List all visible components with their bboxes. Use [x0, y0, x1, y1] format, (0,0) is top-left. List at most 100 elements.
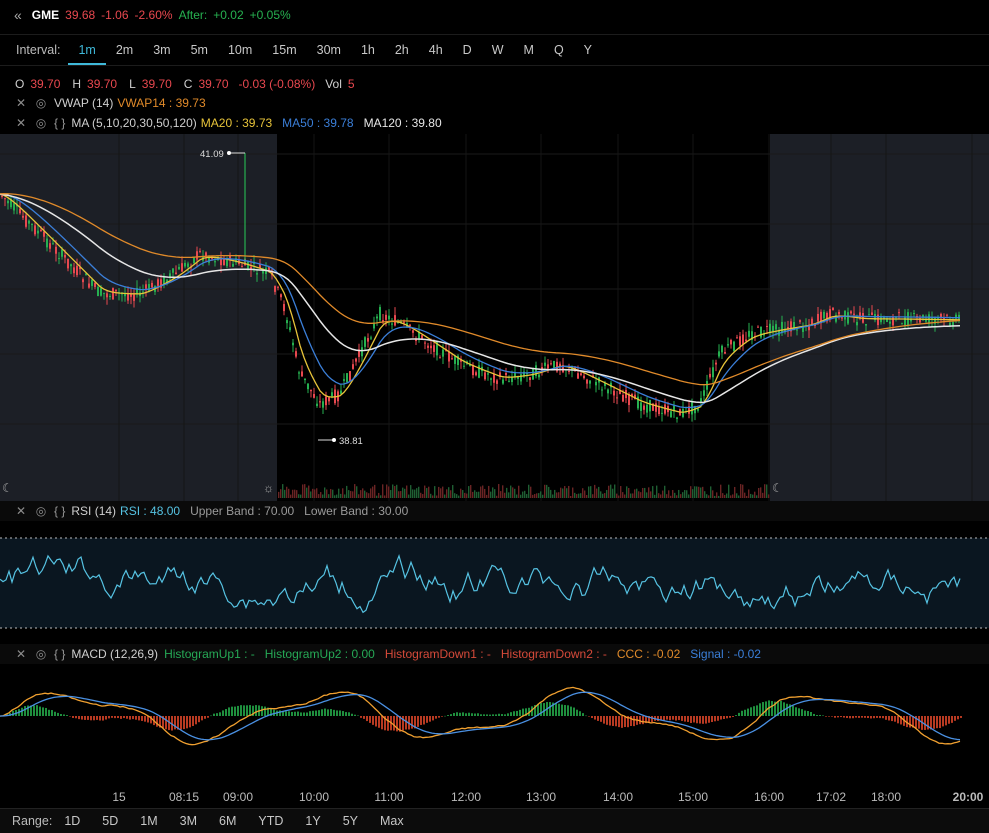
interval-option-y[interactable]: Y — [574, 35, 602, 65]
histogram-bar — [387, 716, 389, 731]
candle-body — [586, 379, 588, 384]
volume-bar — [576, 494, 578, 498]
candle-body — [112, 288, 114, 300]
low-price-label: 38.81 — [339, 436, 363, 447]
candle-body — [403, 321, 405, 323]
histogram-bar — [909, 716, 911, 728]
rsi-legend: ✕ ◎ { } RSI (14) RSI : 48.00 Upper Band … — [0, 501, 989, 521]
range-option-5d[interactable]: 5D — [102, 814, 118, 828]
range-option-1m[interactable]: 1M — [140, 814, 157, 828]
volume-bar — [408, 494, 410, 498]
volume-bar — [600, 491, 602, 498]
volume-bar — [638, 491, 640, 498]
interval-option-q[interactable]: Q — [544, 35, 574, 65]
interval-option-3m[interactable]: 3m — [143, 35, 180, 65]
eye-icon[interactable]: ◎ — [34, 504, 48, 518]
range-option-max[interactable]: Max — [380, 814, 404, 828]
histogram-bar — [741, 710, 743, 716]
candle-body — [349, 371, 351, 381]
volume-bar — [682, 492, 684, 498]
candle-body — [454, 355, 456, 364]
range-option-1d[interactable]: 1D — [64, 814, 80, 828]
histogram-bar — [141, 716, 143, 721]
settings-braces-icon[interactable]: { } — [54, 504, 65, 518]
time-tick: 15:00 — [677, 790, 709, 804]
range-option-5y[interactable]: 5Y — [343, 814, 358, 828]
macd-chart[interactable] — [0, 664, 989, 784]
interval-option-1m[interactable]: 1m — [68, 35, 106, 65]
candle-body — [640, 402, 642, 411]
candle-body — [52, 243, 54, 245]
settings-braces-icon[interactable]: { } — [54, 116, 65, 130]
range-option-1y[interactable]: 1Y — [305, 814, 320, 828]
rsi-chart[interactable] — [0, 521, 989, 641]
volume-bar — [356, 486, 358, 498]
interval-option-10m[interactable]: 10m — [218, 35, 262, 65]
candle-body — [658, 406, 660, 415]
interval-option-2m[interactable]: 2m — [106, 35, 143, 65]
eye-icon[interactable]: ◎ — [34, 116, 48, 130]
eye-icon[interactable]: ◎ — [34, 647, 48, 661]
volume-bar — [320, 492, 322, 498]
volume-bar — [298, 494, 300, 498]
volume-bar — [468, 486, 470, 498]
interval-option-w[interactable]: W — [482, 35, 514, 65]
candle-body — [304, 378, 306, 381]
ma20-value: MA20 : 39.73 — [200, 116, 273, 130]
volume-bar — [418, 486, 420, 498]
interval-option-1h[interactable]: 1h — [351, 35, 385, 65]
close-icon[interactable]: ✕ — [14, 116, 28, 130]
volume-bar — [384, 495, 386, 498]
volume-bar — [420, 492, 422, 498]
interval-option-m[interactable]: M — [514, 35, 544, 65]
close-icon[interactable]: ✕ — [14, 504, 28, 518]
close-icon[interactable]: ✕ — [14, 96, 28, 110]
histogram-bar — [837, 716, 839, 718]
candle-body — [898, 312, 900, 314]
volume-bar — [454, 493, 456, 498]
interval-option-d[interactable]: D — [453, 35, 482, 65]
volume-bar — [388, 486, 390, 498]
candle-body — [700, 398, 702, 402]
price-chart[interactable]: 41.09 38.81 ☾ ☼ ☾ — [0, 134, 989, 502]
range-option-6m[interactable]: 6M — [219, 814, 236, 828]
eye-icon[interactable]: ◎ — [34, 96, 48, 110]
volume-bar — [592, 494, 594, 498]
range-option-ytd[interactable]: YTD — [258, 814, 283, 828]
range-option-3m[interactable]: 3M — [180, 814, 197, 828]
volume-bar — [346, 485, 348, 498]
histogram-bar — [690, 716, 692, 724]
volume-bar — [644, 487, 646, 498]
candle-body — [37, 230, 39, 234]
histogram-bar — [954, 716, 956, 721]
histogram-bar — [588, 716, 590, 717]
time-tick: 10:00 — [298, 790, 330, 804]
volume-bar — [616, 493, 618, 498]
high-label: H — [72, 77, 82, 91]
histogram-bar — [693, 716, 695, 723]
histogram-bar — [51, 710, 53, 716]
interval-option-30m[interactable]: 30m — [307, 35, 351, 65]
interval-option-4h[interactable]: 4h — [419, 35, 453, 65]
volume-bar — [582, 488, 584, 498]
histogram-bar — [138, 716, 140, 721]
volume-bar — [410, 485, 412, 498]
interval-option-5m[interactable]: 5m — [181, 35, 218, 65]
candle-body — [193, 257, 195, 264]
settings-braces-icon[interactable]: { } — [54, 647, 65, 661]
histogram-bar — [372, 716, 374, 725]
histogram-bar — [819, 714, 821, 716]
volume-bar — [666, 494, 668, 498]
candle-body — [745, 339, 747, 342]
volume-bar — [450, 490, 452, 498]
candle-body — [325, 396, 327, 406]
volume-bar — [724, 494, 726, 498]
close-icon[interactable]: ✕ — [14, 647, 28, 661]
histogram-bar — [816, 715, 818, 716]
histogram-bar — [840, 716, 842, 718]
volume-bar — [712, 490, 714, 498]
candle-body — [142, 291, 144, 293]
interval-option-2h[interactable]: 2h — [385, 35, 419, 65]
double-chevron-left-icon[interactable]: « — [14, 7, 22, 23]
interval-option-15m[interactable]: 15m — [262, 35, 306, 65]
